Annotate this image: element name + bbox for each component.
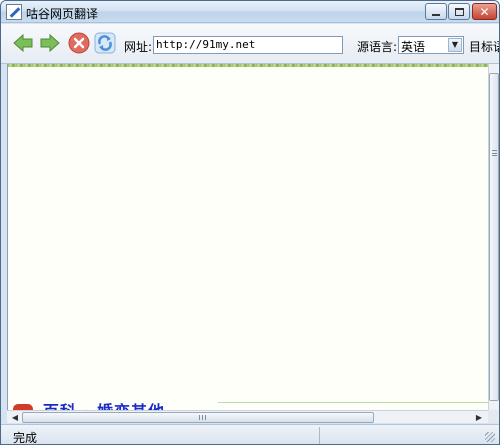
status-text: 完成 <box>13 431 38 445</box>
horizontal-scrollbar[interactable]: ◀ ▶ <box>7 410 488 423</box>
target-language-label: 目标语 <box>469 40 499 54</box>
scroll-left-icon[interactable]: ◀ <box>9 412 21 423</box>
grip-icon <box>199 415 206 420</box>
close-icon: ✕ <box>479 4 490 19</box>
banner-divider <box>218 402 488 403</box>
minimize-button[interactable] <box>425 3 447 20</box>
vertical-scrollbar[interactable] <box>488 64 499 410</box>
status-bar: 完成 <box>1 424 499 445</box>
app-window: 咕谷网页翻译 ✕ 网址: http://91my.net 源语言: 英语 ▼ 目… <box>0 0 500 445</box>
minimize-icon <box>432 13 440 16</box>
grip-icon <box>492 150 497 156</box>
window-title: 咕谷网页翻译 <box>26 7 99 21</box>
scroll-right-icon[interactable]: ▶ <box>473 412 485 423</box>
scrollbar-corner <box>488 410 499 423</box>
refresh-icon[interactable] <box>94 32 116 54</box>
status-divider <box>319 427 320 444</box>
source-language-value: 英语 <box>401 40 426 54</box>
close-button[interactable]: ✕ <box>472 3 497 20</box>
chevron-down-icon[interactable]: ▼ <box>448 38 462 52</box>
forward-arrow-icon[interactable] <box>39 32 61 54</box>
source-language-select[interactable]: 英语 ▼ <box>398 36 464 54</box>
stop-icon[interactable] <box>68 32 90 54</box>
url-input[interactable]: http://91my.net <box>153 36 343 54</box>
maximize-button[interactable] <box>448 3 470 20</box>
app-icon <box>6 4 22 20</box>
toolbar: 网址: http://91my.net 源语言: 英语 ▼ 目标语 <box>1 24 499 64</box>
maximize-icon <box>454 7 464 16</box>
back-arrow-icon[interactable] <box>12 32 34 54</box>
url-label: 网址: <box>124 40 153 54</box>
horizontal-scroll-thumb[interactable] <box>22 412 374 423</box>
web-content-area[interactable]: 百科 · 婚恋其他 <box>7 64 488 410</box>
source-language-label: 源语言: <box>357 40 398 54</box>
page-banner[interactable]: 百科 · 婚恋其他 <box>13 398 165 410</box>
banner-text[interactable]: 百科 · 婚恋其他 <box>43 402 165 410</box>
resize-grip-icon[interactable] <box>485 432 495 442</box>
title-bar[interactable]: 咕谷网页翻译 ✕ <box>1 1 499 23</box>
page-header-strip <box>8 64 488 67</box>
vertical-scroll-thumb[interactable] <box>489 73 499 401</box>
